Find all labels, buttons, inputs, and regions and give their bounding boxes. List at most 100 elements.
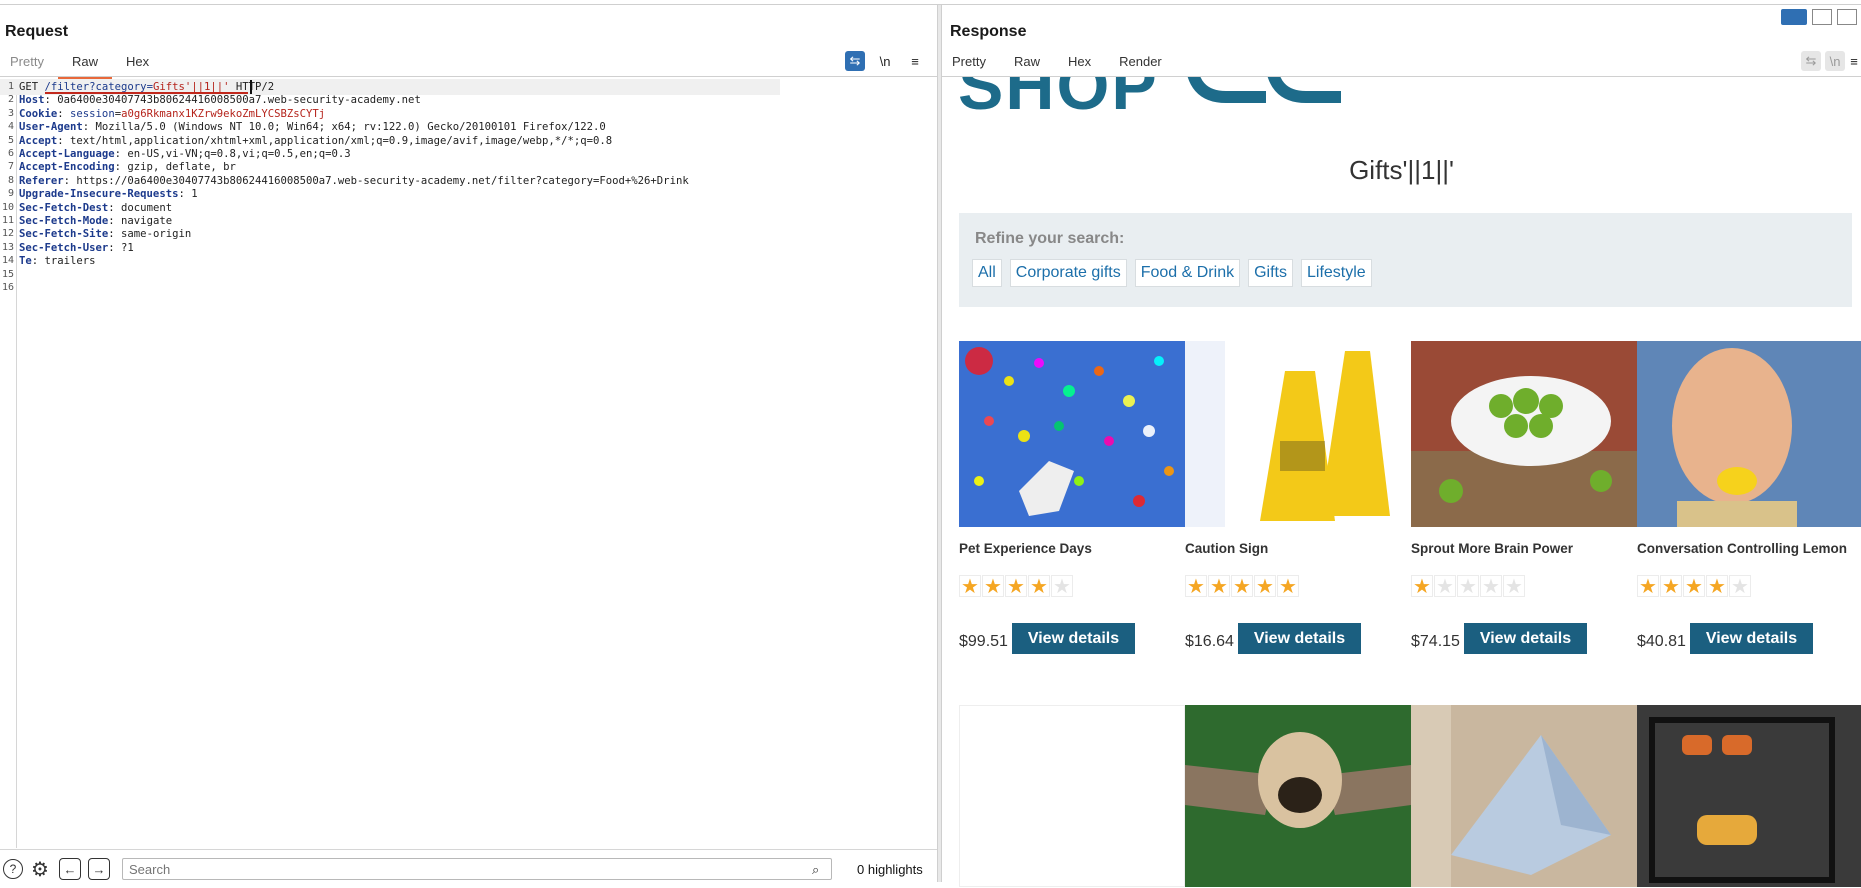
grill-skewers-image [1637, 705, 1861, 887]
star-icon: ★ [1051, 575, 1073, 598]
menu-icon[interactable]: ≡ [905, 51, 925, 71]
code-token: Accept-Language [19, 148, 115, 160]
product-price: $99.51 [959, 633, 1008, 650]
lemon-man-image [1637, 341, 1861, 527]
star-icon: ★ [1411, 575, 1433, 598]
product-image[interactable] [1411, 705, 1637, 887]
product-name: Sprout More Brain Power [1411, 541, 1574, 556]
code-token: Te [19, 255, 32, 268]
word-wrap-icon[interactable]: ⇆ [845, 51, 865, 71]
help-icon[interactable]: ? [3, 859, 23, 879]
star-icon: ★ [1683, 575, 1705, 598]
rendered-page: SHOP Gifts'||1||' Refine your search: Al… [942, 77, 1861, 887]
highlights-count: 0 highlights [857, 862, 923, 877]
view-details-button[interactable]: View details [1690, 623, 1813, 654]
tab-render[interactable]: Render [1105, 52, 1176, 79]
tab-pretty[interactable]: Pretty [938, 52, 1000, 75]
layout-tabs-icon[interactable] [1837, 9, 1857, 25]
layout-side-by-side-icon[interactable] [1781, 9, 1807, 25]
product-image[interactable] [1185, 341, 1411, 527]
balloons-dog-image [959, 341, 1185, 527]
filter-lifestyle[interactable]: Lifestyle [1300, 259, 1372, 287]
caution-sign-image [1185, 341, 1411, 527]
code-token: Cookie [19, 107, 58, 120]
filter-gifts[interactable]: Gifts [1248, 259, 1293, 287]
code-token: : 1 [178, 188, 198, 201]
code-token: : 0a6400e30407743b80624416008500a7.web-s… [44, 94, 421, 107]
star-icon: ★ [1231, 575, 1253, 598]
product-price: $16.64 [1185, 633, 1234, 650]
word-wrap-icon[interactable]: ⇆ [1801, 51, 1821, 71]
injection-underline [45, 92, 248, 94]
request-editor[interactable]: 1 GET /filter?category=Gifts'||1||' HTTP/… [0, 79, 937, 848]
product-price: $74.15 [1411, 633, 1460, 650]
product-card [959, 705, 1185, 887]
tab-raw[interactable]: Raw [57, 52, 112, 79]
product-rating: ★ ★ ★ ★ ★ [1411, 575, 1526, 598]
flying-pug-image [1185, 705, 1411, 887]
code-token: a0g6Rkmanx1KZrw9ekoZmLYCSBZsCYTj [121, 107, 326, 120]
code-token: session [70, 107, 115, 120]
star-icon: ★ [1480, 575, 1502, 598]
product-image[interactable] [1637, 705, 1861, 887]
tab-raw[interactable]: Raw [1000, 52, 1054, 75]
code-token: Sec-Fetch-Dest [19, 201, 109, 214]
filter-food-drink[interactable]: Food & Drink [1134, 259, 1241, 287]
filter-all[interactable]: All [972, 259, 1002, 287]
product-image[interactable] [959, 341, 1185, 527]
product-card: Pet Experience Days ★ ★ ★ ★ ★ $99.51 View de… [959, 341, 1185, 654]
code-token: User-Agent [19, 121, 83, 134]
response-tabs: Pretty Raw Hex Render [938, 52, 1176, 79]
newline-toggle-icon[interactable]: \n [875, 51, 895, 71]
product-rating: ★ ★ ★ ★ ★ [1185, 575, 1300, 598]
sprouts-bowl-image [1411, 341, 1637, 527]
star-icon: ★ [1028, 575, 1050, 598]
product-card [1637, 705, 1861, 887]
refine-search-panel: Refine your search: All Corporate gifts … [959, 213, 1852, 307]
product-card: Sprout More Brain Power ★ ★ ★ ★ ★ $74.15 Vie… [1411, 341, 1637, 654]
tabbar-divider [0, 76, 937, 77]
product-name: Conversation Controlling Lemon [1637, 541, 1848, 556]
product-image[interactable] [1637, 341, 1861, 527]
settings-gear-icon[interactable]: ⚙ [30, 859, 50, 881]
tab-hex[interactable]: Hex [1054, 52, 1105, 75]
star-icon: ★ [1706, 575, 1728, 598]
product-rating: ★ ★ ★ ★ ★ [959, 575, 1074, 598]
product-card: Caution Sign ★ ★ ★ ★ ★ $16.64 View details [1185, 341, 1411, 654]
request-tabs: Pretty Raw Hex [0, 52, 163, 79]
request-title: Request [5, 23, 69, 40]
forward-arrow-icon[interactable]: → [88, 858, 110, 880]
product-price: $40.81 [1637, 633, 1686, 650]
request-bottom-bar: ? ⚙ ← → ⌕ 0 highlights [0, 849, 937, 888]
product-rating: ★ ★ ★ ★ ★ [1637, 575, 1752, 598]
tab-hex[interactable]: Hex [112, 52, 163, 75]
refine-label: Refine your search: [975, 230, 1125, 247]
code-token: GET [19, 81, 45, 93]
view-details-button[interactable]: View details [1464, 623, 1587, 654]
paper-plane-image [1411, 705, 1637, 887]
code-token: : Mozilla/5.0 (Windows NT 10.0; Win64; x… [82, 121, 606, 134]
tab-pretty[interactable]: Pretty [0, 52, 58, 75]
code-token: : gzip, deflate, br [114, 161, 236, 174]
newline-toggle-icon[interactable]: \n [1825, 51, 1845, 71]
search-input[interactable] [122, 858, 832, 880]
layout-stacked-icon[interactable] [1812, 9, 1832, 25]
filter-corporate-gifts[interactable]: Corporate gifts [1009, 259, 1127, 287]
star-icon: ★ [982, 575, 1004, 598]
star-icon: ★ [959, 575, 981, 598]
code-token: Sec-Fetch-Site [19, 228, 109, 241]
product-image[interactable] [959, 705, 1185, 887]
menu-icon[interactable]: ≡ [1848, 51, 1860, 71]
product-name: Pet Experience Days [959, 541, 1092, 556]
view-details-button[interactable]: View details [1012, 623, 1135, 654]
code-token: : en-US,vi-VN;q=0.8,vi;q=0.5,en;q=0.3 [114, 148, 351, 160]
star-icon: ★ [1208, 575, 1230, 598]
code-token: Sec-Fetch-Mode [19, 215, 109, 227]
page-heading: Gifts'||1||' [1349, 155, 1454, 185]
back-arrow-icon[interactable]: ← [59, 858, 81, 880]
code-token: : navigate [108, 215, 173, 227]
product-image[interactable] [1185, 705, 1411, 887]
code-token: : same-origin [108, 228, 192, 241]
view-details-button[interactable]: View details [1238, 623, 1361, 654]
product-image[interactable] [1411, 341, 1637, 527]
